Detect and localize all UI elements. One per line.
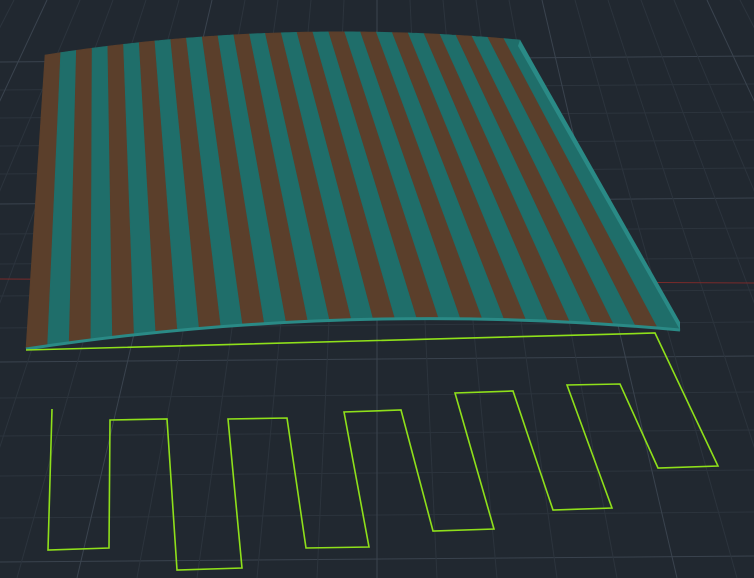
square-wave-profile-curve[interactable] [25,332,720,571]
viewport-canvas[interactable] [0,0,754,578]
3d-viewport[interactable] [0,0,754,578]
grid-line [706,0,754,102]
striped-surface[interactable] [25,31,681,349]
grid-line [673,0,754,192]
